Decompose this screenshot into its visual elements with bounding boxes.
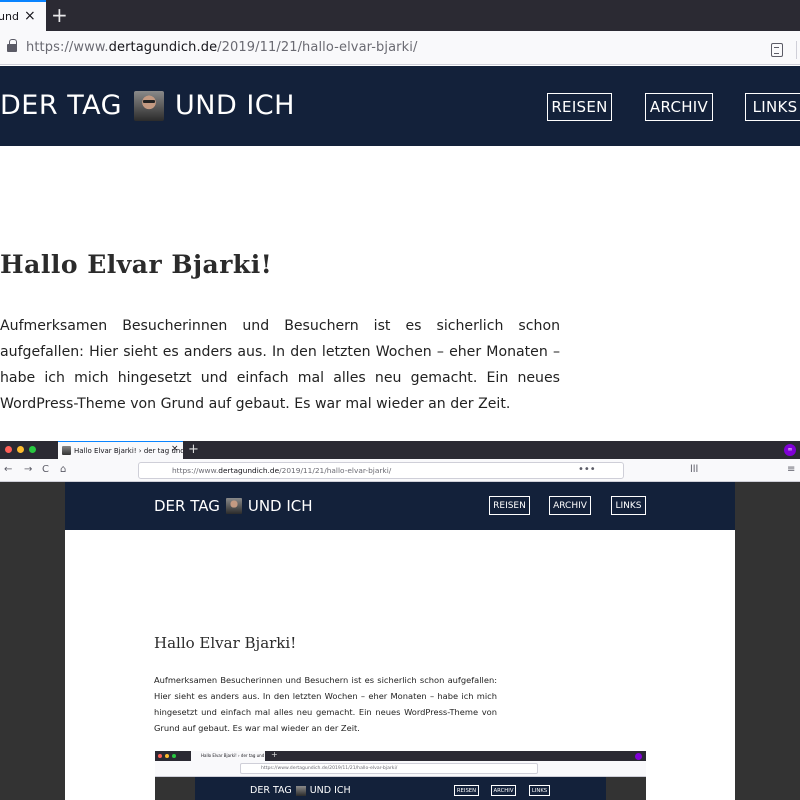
screenshot-tab: Hallo Elvar Bjarki! › der tag und × bbox=[58, 441, 183, 459]
screenshot-nav-links: LINKS bbox=[611, 496, 646, 515]
private-browsing-icon: ∞ bbox=[784, 444, 796, 456]
new-tab-icon[interactable]: + bbox=[51, 3, 68, 27]
browser-toolbar: https://www.dertagundich.de/2019/11/21/h… bbox=[0, 31, 800, 65]
page-title: Hallo Elvar Bjarki! bbox=[0, 250, 273, 279]
nested-side-gutter bbox=[606, 777, 646, 800]
screenshot-toolbar: ← → C ⌂ https://www.dertagundich.de/2019… bbox=[0, 459, 800, 482]
article-paragraph: Aufmerksamen Besucherinnen und Besuchern… bbox=[0, 318, 560, 412]
home-icon: ⌂ bbox=[60, 464, 67, 475]
window-close-dot bbox=[158, 754, 162, 758]
reload-icon: C bbox=[42, 464, 49, 475]
back-icon: ← bbox=[4, 464, 13, 475]
favicon-icon bbox=[62, 446, 71, 455]
brand-text-left: DER TAG bbox=[154, 497, 220, 515]
window-minimize-dot bbox=[165, 754, 169, 758]
nested-side-gutter bbox=[155, 777, 195, 800]
url-text[interactable]: https://www.dertagundich.de/2019/11/21/h… bbox=[26, 40, 417, 55]
window-zoom-dot bbox=[172, 754, 176, 758]
nested-site-header: DER TAG UND ICH REISEN ARCHIV LINKS bbox=[195, 777, 606, 800]
screenshot-site-header: DER TAG UND ICH REISEN ARCHIV LINKS bbox=[65, 482, 735, 530]
lock-icon[interactable] bbox=[7, 39, 17, 52]
screenshot-tab-title: Hallo Elvar Bjarki! › der tag und bbox=[74, 446, 183, 455]
nested-url-field: https://www.dertagundich.de/2019/11/21/h… bbox=[240, 763, 538, 774]
browser-tab-active[interactable]: und × bbox=[0, 0, 46, 31]
brand-text-left: DER TAG bbox=[250, 785, 292, 796]
nav-reisen[interactable]: REISEN bbox=[547, 93, 612, 121]
screenshot-tab-bar: Hallo Elvar Bjarki! › der tag und × + ∞ bbox=[0, 441, 800, 459]
screenshot-nav-archiv: ARCHIV bbox=[549, 496, 591, 515]
avatar bbox=[134, 90, 165, 121]
screenshot-url-field: https://www.dertagundich.de/2019/11/21/h… bbox=[138, 462, 624, 479]
toolbar-divider bbox=[796, 41, 797, 59]
nested-toolbar: https://www.dertagundich.de/2019/11/21/h… bbox=[155, 761, 646, 777]
nested-site-logo: DER TAG UND ICH bbox=[250, 785, 351, 796]
brand-text-right: UND ICH bbox=[247, 497, 313, 515]
screenshot-page-title: Hallo Elvar Bjarki! bbox=[154, 634, 297, 652]
window-minimize-dot bbox=[17, 446, 24, 453]
nested-page: DER TAG UND ICH REISEN ARCHIV LINKS bbox=[195, 777, 606, 800]
site-logo[interactable]: DER TAG UND ICH bbox=[0, 90, 295, 121]
url-field[interactable]: https://www.dertagundich.de/2019/11/21/h… bbox=[0, 35, 800, 61]
close-icon: × bbox=[171, 444, 179, 454]
site-header: DER TAG UND ICH REISEN ARCHIV LINKS bbox=[0, 66, 800, 146]
nested-tab-bar: Hallo Elvar Bjarki! › der tag und + bbox=[155, 751, 646, 761]
nested-nav-archiv: ARCHIV bbox=[491, 785, 516, 796]
nav-links[interactable]: LINKS bbox=[745, 93, 800, 121]
window-zoom-dot bbox=[29, 446, 36, 453]
article-screenshot: Hallo Elvar Bjarki! › der tag und × + ∞ … bbox=[0, 441, 800, 800]
avatar bbox=[295, 785, 306, 796]
nested-nav-links: LINKS bbox=[529, 785, 550, 796]
brand-text-right: UND ICH bbox=[309, 785, 351, 796]
reader-view-icon[interactable] bbox=[771, 43, 783, 57]
nested-screenshot: Hallo Elvar Bjarki! › der tag und + http… bbox=[155, 751, 646, 800]
browser-tab-title: und bbox=[0, 10, 19, 23]
library-icon: lll bbox=[690, 464, 699, 475]
screenshot-url-text: https://www.dertagundich.de/2019/11/21/h… bbox=[172, 466, 392, 475]
nested-nav-reisen: REISEN bbox=[454, 785, 479, 796]
screenshot-article-paragraph: Aufmerksamen Besucherinnen und Besuchern… bbox=[154, 675, 497, 733]
nav-archiv[interactable]: ARCHIV bbox=[645, 93, 713, 121]
forward-icon: → bbox=[24, 464, 33, 475]
screenshot-nav-reisen: REISEN bbox=[489, 496, 530, 515]
brand-text-right: UND ICH bbox=[175, 90, 295, 121]
avatar bbox=[225, 498, 242, 514]
new-tab-icon: + bbox=[188, 442, 199, 457]
nested-url-text: https://www.dertagundich.de/2019/11/21/h… bbox=[261, 766, 398, 771]
close-icon[interactable]: × bbox=[24, 8, 36, 24]
menu-icon: ≡ bbox=[787, 464, 796, 475]
private-browsing-icon bbox=[635, 753, 642, 760]
new-tab-icon: + bbox=[271, 751, 278, 759]
nested-tab: Hallo Elvar Bjarki! › der tag und bbox=[191, 751, 265, 761]
window-close-dot bbox=[5, 446, 12, 453]
screenshot-site-logo: DER TAG UND ICH bbox=[154, 497, 313, 515]
screenshot-page: DER TAG UND ICH REISEN ARCHIV LINKS Hall… bbox=[65, 482, 735, 800]
more-icon: ••• bbox=[578, 464, 596, 475]
brand-text-left: DER TAG bbox=[0, 90, 123, 121]
browser-tab-bar: und × + bbox=[0, 0, 800, 31]
